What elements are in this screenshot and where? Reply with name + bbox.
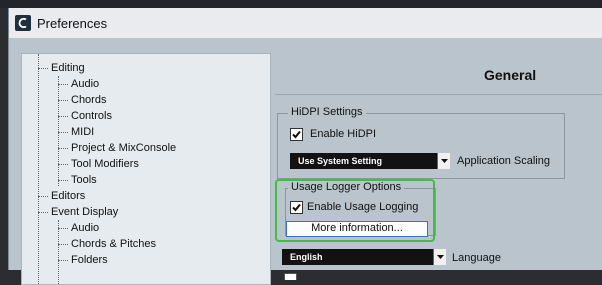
hidpi-group-label: HiDPI Settings (288, 106, 366, 118)
preferences-tree[interactable]: Editing Audio Chords Controls MIDI Proje… (21, 53, 271, 285)
tree-connector (58, 244, 68, 245)
tree-connector (58, 180, 68, 181)
tree-connector (58, 228, 68, 229)
tree-connector (58, 100, 68, 101)
tree-item-midi[interactable]: MIDI (71, 124, 94, 140)
tree-item-tools[interactable]: Tools (71, 172, 97, 188)
tree-item-tool-modifiers[interactable]: Tool Modifiers (71, 156, 139, 172)
window-title: Preferences (37, 16, 108, 31)
chevron-down-icon (433, 249, 446, 265)
tree-connector (58, 164, 68, 165)
tree-connector (38, 54, 39, 284)
partial-checkbox[interactable] (284, 273, 297, 280)
tree-connector (58, 76, 59, 186)
background-strip (0, 0, 602, 8)
usage-logger-highlight (275, 179, 435, 242)
hidpi-settings-group (277, 113, 565, 179)
tree-connector (58, 84, 68, 85)
tree-connector (58, 116, 68, 117)
panel-divider (275, 94, 602, 95)
tree-item-editing[interactable]: Editing (51, 60, 85, 76)
language-label: Language (452, 252, 501, 264)
tree-item-event-display[interactable]: Event Display (51, 204, 118, 220)
tree-connector (58, 132, 68, 133)
preferences-content: Editing Audio Chords Controls MIDI Proje… (9, 38, 602, 285)
tree-item-chords-pitches[interactable]: Chords & Pitches (71, 236, 156, 252)
title-bar[interactable]: Preferences (9, 8, 602, 38)
tree-connector (58, 260, 68, 261)
panel-title: General (484, 67, 537, 83)
tree-item-controls[interactable]: Controls (71, 108, 112, 124)
tree-connector (38, 212, 48, 213)
application-scaling-select[interactable]: Use System Setting (290, 153, 450, 169)
tree-item-editors[interactable]: Editors (51, 188, 85, 204)
tree-connector (58, 148, 68, 149)
tree-item-editing-audio[interactable]: Audio (71, 76, 99, 92)
preferences-window: Preferences Editing Audio Chords Control… (8, 8, 602, 285)
chevron-down-icon (437, 153, 450, 169)
enable-hidpi-label: Enable HiDPI (310, 128, 377, 140)
tree-item-project-mixconsole[interactable]: Project & MixConsole (71, 140, 176, 156)
tree-item-event-display-audio[interactable]: Audio (71, 220, 99, 236)
tree-connector (58, 220, 59, 284)
language-select[interactable]: English (282, 249, 446, 265)
tree-item-folders[interactable]: Folders (71, 252, 108, 268)
application-scaling-label: Application Scaling (457, 155, 550, 167)
language-value: English (290, 252, 323, 262)
application-scaling-value: Use System Setting (298, 156, 383, 166)
tree-item-chords[interactable]: Chords (71, 92, 106, 108)
cubase-app-icon (15, 15, 31, 31)
enable-hidpi-checkbox[interactable] (290, 128, 303, 141)
tree-connector (38, 196, 48, 197)
tree-connector (38, 68, 48, 69)
